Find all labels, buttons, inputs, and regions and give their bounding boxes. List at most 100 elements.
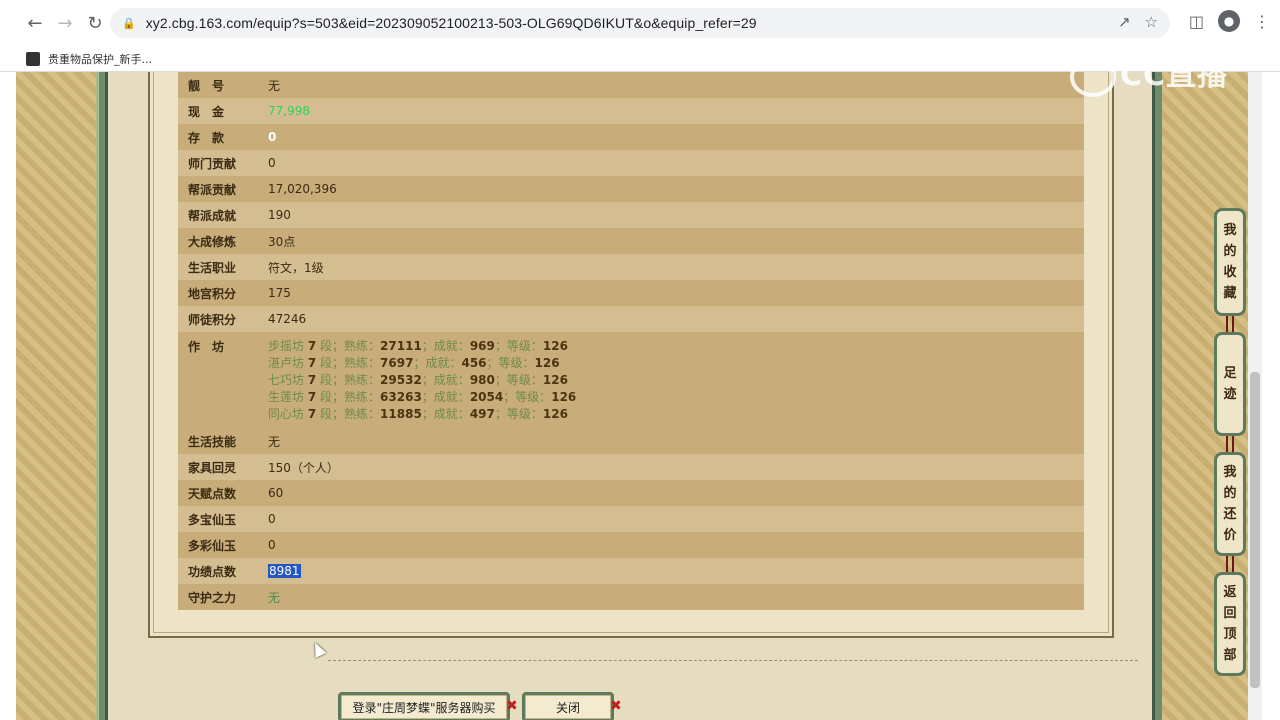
share-icon[interactable]: ↗ [1118,13,1131,31]
row-value: 17,020,396 [258,176,1084,202]
workshop-proficiency: 29532 [380,373,422,387]
table-row: 存 款 0 [178,124,1084,150]
side-tab-char: 部 [1223,648,1237,663]
table-row: 师徒积分 47246 [178,306,1084,332]
row-label: 师徒积分 [178,306,258,332]
row-value: 0 [258,150,1084,176]
cc-logo-icon [1070,56,1116,97]
row-label: 靓 号 [178,72,258,98]
back-to-top-tab[interactable]: 返回顶部 [1214,572,1246,676]
table-row: 多宝仙玉 0 [178,506,1084,532]
row-value: 175 [258,280,1084,306]
workshop-seg: 段；熟练： [320,407,381,421]
row-value-text: 符文，1级 [268,260,324,275]
profile-avatar-icon[interactable]: ● [1218,10,1240,32]
workshop-grade-label: ；等级： [503,390,552,404]
workshop-ach-label: ；成就： [421,407,470,421]
workshop-line: 步摇坊 7 段；熟练：27111；成就：969；等级：126 [268,338,1074,355]
row-value-text: 0 [268,156,276,170]
table-row: 帮派成就 190 [178,202,1084,228]
table-row: 现 金 77,998 [178,98,1084,124]
row-value-text: 17,020,396 [268,182,337,196]
row-value: 无 [258,584,1084,610]
workshop-seg: 段；熟练： [320,356,381,370]
row-value-text: 60 [268,486,284,500]
workshop-line: 七巧坊 7 段；熟练：29532；成就：980；等级：126 [268,372,1074,389]
workshop-ach-label: ；成就： [421,373,470,387]
row-value: 0 [258,532,1084,558]
table-row: 家具回灵 150（个人） [178,454,1084,480]
workshop-seg: 段；熟练： [320,339,381,353]
sidepanel-icon[interactable]: ◫ [1189,12,1204,31]
login-buy-button[interactable]: 登录"庄周梦蝶"服务器购买 [338,692,510,720]
content-area: 靓 号无现 金 77,998 存 款 0 师门贡献 0 帮派贡献 17,020,396 帮派成就… [108,72,1152,720]
workshop-grade: 126 [551,390,577,404]
row-value-text: 无 [268,78,281,93]
row-value-text: 0 [268,512,276,526]
table-row: 多彩仙玉 0 [178,532,1084,558]
table-row: 功绩点数 8981 [178,558,1084,584]
browser-toolbar: ← → ↻ 🔒 xy2.cbg.163.com/equip?s=503&eid=… [0,0,1280,46]
workshop-seg: 段；熟练： [320,373,381,387]
workshop-achievement: 456 [461,356,487,370]
workshop-ach-label: ；成就： [421,390,470,404]
left-border [96,72,108,720]
bookmark-favicon-icon [26,52,40,66]
reload-icon[interactable]: ↻ [80,8,110,38]
workshop-list: 步摇坊 7 段；熟练：27111；成就：969；等级：126 湛卢坊 7 段；熟练… [258,332,1084,428]
back-icon[interactable]: ← [20,8,50,38]
row-label: 师门贡献 [178,150,258,176]
row-label: 生活职业 [178,254,258,280]
row-value-text: 47246 [268,312,307,326]
workshop-level: 7 [307,407,317,421]
row-label: 帮派成就 [178,202,258,228]
row-label: 地宫积分 [178,280,258,306]
side-tab-char: 我 [1223,223,1237,238]
menu-icon[interactable]: ⋮ [1254,12,1270,31]
address-bar[interactable]: 🔒 xy2.cbg.163.com/equip?s=503&eid=202309… [110,8,1170,38]
lock-icon[interactable]: 🔒 [122,17,136,30]
workshop-proficiency: 27111 [380,339,422,353]
table-row: 生活职业 符文，1级 [178,254,1084,280]
workshop-grade: 126 [542,339,568,353]
workshop-grade: 126 [534,356,560,370]
star-icon[interactable]: ☆ [1145,13,1158,31]
close-button[interactable]: 关闭 [522,692,614,720]
page-scrollbar[interactable] [1248,72,1262,720]
table-row: 生活技能无 [178,428,1084,454]
bookmark-item[interactable]: 贵重物品保护_新手... [48,51,152,67]
row-value: 190 [258,202,1084,228]
row-label: 大成修炼 [178,228,258,254]
row-label: 帮派贡献 [178,176,258,202]
stream-watermark: CC直播 [1070,50,1228,97]
row-value: 0 [258,124,1084,150]
row-value: 无 [258,72,1084,98]
workshop-grade-label: ；等级： [494,373,543,387]
workshop-proficiency: 63263 [380,390,422,404]
footprint-tab[interactable]: 足迹 [1214,332,1246,436]
row-value: 60 [258,480,1084,506]
row-value-text: 30点 [268,234,296,249]
forward-icon[interactable]: → [50,8,80,38]
side-tab-char: 价 [1223,528,1237,543]
workshop-grade-label: ；等级： [486,356,535,370]
row-value: 8981 [258,558,1084,584]
table-row: 天赋点数 60 [178,480,1084,506]
character-info-table: 靓 号无现 金 77,998 存 款 0 师门贡献 0 帮派贡献 17,020,396 帮派成就… [178,72,1084,610]
row-value-text: 无 [268,590,281,605]
workshop-level: 7 [307,390,317,404]
my-bargain-tab[interactable]: 我的还价 [1214,452,1246,556]
side-tab-char: 的 [1223,244,1237,259]
row-value-text: 无 [268,434,281,449]
row-value-text: 0 [268,538,276,552]
table-row: 帮派贡献 17,020,396 [178,176,1084,202]
left-strip [0,72,16,720]
workshop-achievement: 980 [469,373,495,387]
url-text[interactable]: xy2.cbg.163.com/equip?s=503&eid=20230905… [146,15,757,31]
row-value-text[interactable]: 8981 [268,564,301,578]
workshop-proficiency: 7697 [380,356,414,370]
row-label: 家具回灵 [178,454,258,480]
side-tab-char: 回 [1223,606,1237,621]
my-favorites-tab[interactable]: 我的收藏 [1214,208,1246,316]
scroll-thumb[interactable] [1250,372,1260,688]
